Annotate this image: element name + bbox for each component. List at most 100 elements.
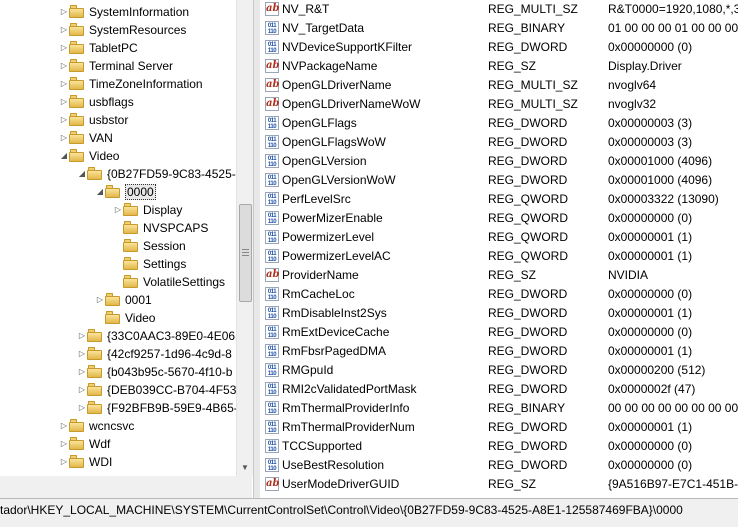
tree-item[interactable]: ▷ wcncsvc [59, 417, 134, 435]
tree-item[interactable]: ▷ VAN [59, 129, 113, 147]
collapsed-arrow-icon[interactable]: ▷ [59, 3, 69, 21]
collapsed-arrow-icon[interactable]: ▷ [59, 129, 69, 147]
tree-item[interactable]: ▷ Display [113, 201, 182, 219]
folder-icon [69, 77, 85, 90]
value-row[interactable]: 011 110 PowermizerLevelAC REG_QWORD 0x000000… [260, 247, 738, 266]
tree-item[interactable]: ▷ Wdf [59, 435, 110, 453]
value-row[interactable]: 011 110 TCCSupported REG_DWORD 0x00000000 (0… [260, 437, 738, 456]
value-row[interactable]: ab OpenGLDriverName REG_MULTI_SZ nvoglv64 [260, 76, 738, 95]
expanded-arrow-icon[interactable]: ◢ [77, 165, 87, 183]
tree-item[interactable]: ▷ {33C0AAC3-89E0-4E06 [77, 327, 235, 345]
tree-item[interactable]: ▷ SystemInformation [59, 3, 189, 21]
value-row[interactable]: 011 110 RmDisableInst2Sys REG_DWORD 0x000000… [260, 304, 738, 323]
tree-item[interactable]: ▷ {F92BFB9B-59E9-4B65- [77, 399, 236, 417]
tree-item[interactable]: Session [113, 237, 186, 255]
value-row[interactable]: 011 110 RMGpuId REG_DWORD 0x00000200 (512) [260, 361, 738, 380]
tree-item[interactable]: ▷ usbflags [59, 93, 134, 111]
tree-item[interactable]: VolatileSettings [113, 273, 225, 291]
collapsed-arrow-icon[interactable]: ▷ [77, 381, 87, 399]
registry-key-tree[interactable]: ▷ SystemInformation ▷ SystemResources ▷ Table… [0, 0, 236, 498]
collapsed-arrow-icon[interactable]: ▷ [77, 327, 87, 345]
value-row[interactable]: 011 110 NVDeviceSupportKFilter REG_DWORD 0x0… [260, 38, 738, 57]
value-type: REG_DWORD [488, 173, 568, 187]
tree-item[interactable]: ▷ TimeZoneInformation [59, 75, 203, 93]
tree-horizontal-scrollbar[interactable] [0, 476, 252, 498]
collapsed-arrow-icon[interactable]: ▷ [59, 417, 69, 435]
value-row[interactable]: 011 110 OpenGLVersionWoW REG_DWORD 0x0000100… [260, 171, 738, 190]
string-value-icon: ab [265, 97, 280, 111]
value-row[interactable]: 011 110 RmThermalProviderNum REG_DWORD 0x000… [260, 418, 738, 437]
tree-item[interactable]: ◢ {0B27FD59-9C83-4525- [77, 165, 236, 183]
value-row[interactable]: 011 110 OpenGLFlagsWoW REG_DWORD 0x00000003 … [260, 133, 738, 152]
value-row[interactable]: ab OpenGLDriverNameWoW REG_MULTI_SZ nvoglv3… [260, 95, 738, 114]
collapsed-arrow-icon[interactable]: ▷ [59, 453, 69, 471]
tree-item-label: Terminal Server [89, 59, 174, 73]
tree-item[interactable]: ▷ {42cf9257-1d96-4c9d-8 [77, 345, 232, 363]
tree-item[interactable]: Settings [113, 255, 186, 273]
tree-scroll-thumb[interactable] [239, 204, 252, 302]
value-name: RMGpuId [282, 363, 334, 377]
collapsed-arrow-icon[interactable]: ▷ [113, 201, 123, 219]
tree-item-label: 0001 [125, 293, 152, 307]
value-name: UseBestResolution [282, 458, 385, 472]
tree-item-label: NVSPCAPS [143, 221, 209, 235]
folder-icon [87, 329, 103, 342]
collapsed-arrow-icon[interactable]: ▷ [77, 345, 87, 363]
collapsed-arrow-icon[interactable]: ▷ [59, 111, 69, 129]
tree-item-label: wcncsvc [89, 419, 135, 433]
tree-item[interactable]: NVSPCAPS [113, 219, 208, 237]
tree-item[interactable]: ▷ Terminal Server [59, 57, 173, 75]
value-row[interactable]: 011 110 NV_TargetData REG_BINARY 01 00 00 00… [260, 19, 738, 38]
value-row[interactable]: 011 110 RmCacheLoc REG_DWORD 0x00000000 (0) [260, 285, 738, 304]
collapsed-arrow-icon[interactable]: ▷ [95, 291, 105, 309]
tree-item[interactable]: Video [95, 309, 155, 327]
collapsed-arrow-icon[interactable]: ▷ [59, 39, 69, 57]
tree-item-label: {b043b95c-5670-4f10-b [107, 365, 233, 379]
tree-item[interactable]: ▷ TabletPC [59, 39, 138, 57]
value-name: OpenGLFlagsWoW [282, 135, 386, 149]
value-row[interactable]: 011 110 OpenGLFlags REG_DWORD 0x00000003 (3) [260, 114, 738, 133]
tree-item[interactable]: ▷ usbstor [59, 111, 128, 129]
collapsed-arrow-icon[interactable]: ▷ [59, 21, 69, 39]
tree-item[interactable]: ◢ 0000 [95, 183, 156, 201]
scroll-down-arrow-icon[interactable]: ▼ [237, 460, 253, 476]
collapsed-arrow-icon[interactable]: ▷ [59, 93, 69, 111]
collapsed-arrow-icon[interactable]: ▷ [77, 399, 87, 417]
folder-icon [105, 293, 121, 306]
tree-item[interactable]: ◢ Video [59, 147, 119, 165]
collapsed-arrow-icon[interactable]: ▷ [59, 75, 69, 93]
value-row[interactable]: ab UserModeDriverGUID REG_SZ {9A516B97-E7C1… [260, 475, 738, 494]
value-data: 0x00000001 (1) [608, 306, 693, 320]
expanded-arrow-icon[interactable]: ◢ [59, 147, 69, 165]
expanded-arrow-icon[interactable]: ◢ [95, 183, 105, 201]
tree-item[interactable]: ▷ {b043b95c-5670-4f10-b [77, 363, 232, 381]
value-type: REG_DWORD [488, 325, 568, 339]
value-row[interactable]: 011 110 PowermizerLevel REG_QWORD 0x00000001… [260, 228, 738, 247]
tree-item[interactable]: ▷ WDI [59, 453, 112, 471]
value-row[interactable]: 011 110 RMI2cValidatedPortMask REG_DWORD 0x0… [260, 380, 738, 399]
folder-icon [69, 131, 85, 144]
value-data: 0x00001000 (4096) [608, 154, 713, 168]
value-row[interactable]: ab ProviderName REG_SZ NVIDIA [260, 266, 738, 285]
value-row[interactable]: ab NV_R&T REG_MULTI_SZ R&T0000=1920,1080,*,… [260, 0, 738, 19]
value-row[interactable]: 011 110 PowerMizerEnable REG_QWORD 0x0000000… [260, 209, 738, 228]
value-row[interactable]: 011 110 UseBestResolution REG_DWORD 0x000000… [260, 456, 738, 475]
value-name: PowermizerLevelAC [282, 249, 391, 263]
value-row[interactable]: 011 110 OpenGLVersion REG_DWORD 0x00001000 (… [260, 152, 738, 171]
value-row[interactable]: 011 110 RmExtDeviceCache REG_DWORD 0x0000000… [260, 323, 738, 342]
value-type: REG_MULTI_SZ [488, 78, 578, 92]
value-row[interactable]: 011 110 PerfLevelSrc REG_QWORD 0x00003322 (1… [260, 190, 738, 209]
value-name: RmFbsrPagedDMA [282, 344, 387, 358]
binary-value-icon: 011 110 [265, 439, 279, 453]
tree-item[interactable]: ▷ SystemResources [59, 21, 186, 39]
tree-item-label: {DEB039CC-B704-4F53 [107, 383, 236, 397]
tree-vertical-scrollbar[interactable]: ▼ [236, 0, 253, 476]
collapsed-arrow-icon[interactable]: ▷ [59, 57, 69, 75]
tree-item[interactable]: ▷ {DEB039CC-B704-4F53 [77, 381, 236, 399]
collapsed-arrow-icon[interactable]: ▷ [77, 363, 87, 381]
value-row[interactable]: 011 110 RmFbsrPagedDMA REG_DWORD 0x00000001 … [260, 342, 738, 361]
collapsed-arrow-icon[interactable]: ▷ [59, 435, 69, 453]
value-row[interactable]: 011 110 RmThermalProviderInfo REG_BINARY 00 … [260, 399, 738, 418]
value-row[interactable]: ab NVPackageName REG_SZ Display.Driver [260, 57, 738, 76]
tree-item[interactable]: ▷ 0001 [95, 291, 152, 309]
